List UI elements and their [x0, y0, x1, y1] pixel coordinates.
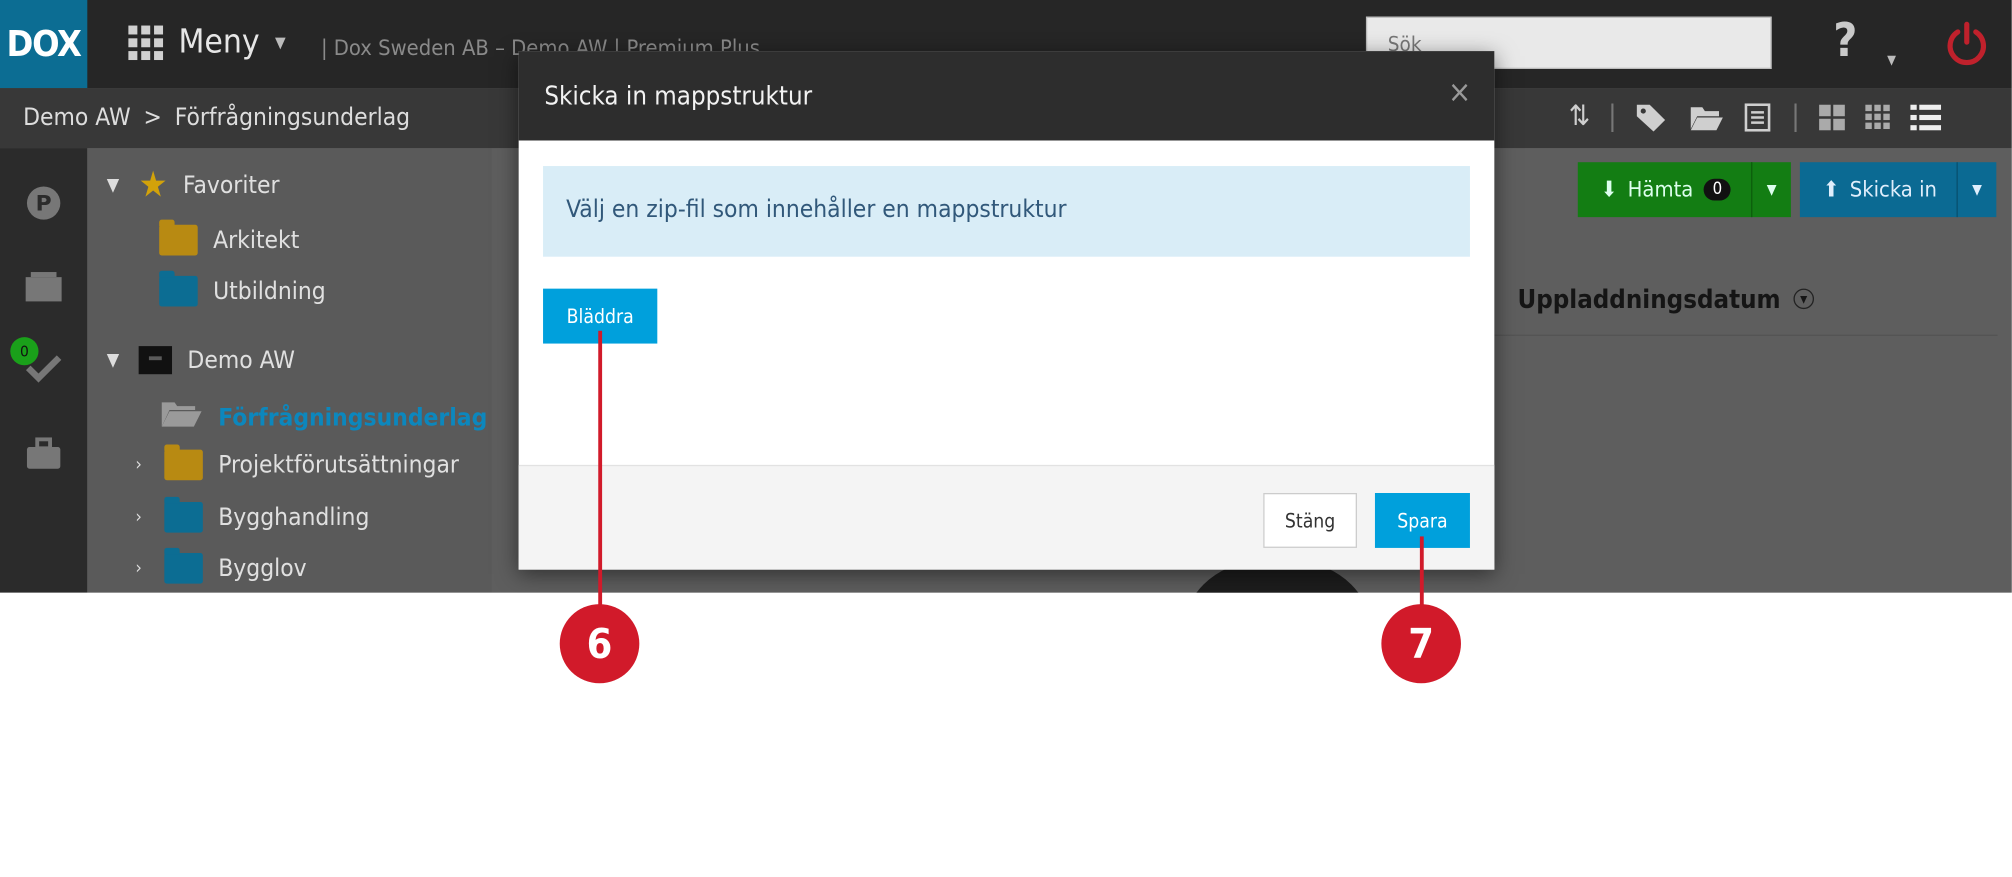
menu-label: Meny — [178, 22, 260, 62]
archive-box-icon — [138, 346, 173, 375]
upload-dropdown-icon[interactable]: ▼ — [1956, 162, 1997, 218]
toolbar-divider: | — [1608, 100, 1617, 133]
tree-label: Arkitekt — [213, 226, 300, 255]
dialog-title: Skicka in mappstruktur — [544, 80, 813, 112]
column-header-upload-date[interactable]: Uppladdningsdatum ▼ — [1517, 283, 1815, 315]
tree-item-bygglov[interactable]: › Bygglov — [128, 547, 307, 584]
open-folder-icon — [159, 398, 203, 435]
tree-label: Bygglov — [218, 554, 307, 583]
upload-button[interactable]: ⬆ Skicka in ▼ — [1799, 162, 1997, 218]
tree-label: Förfrågningsunderlag — [218, 402, 488, 432]
tree-favorites[interactable]: ▼ ★ Favoriter — [103, 163, 280, 206]
tree-label: Projektförutsättningar — [218, 450, 459, 479]
tree-project[interactable]: ▼ Demo AW — [103, 346, 295, 375]
small-grid-icon[interactable] — [1864, 103, 1892, 131]
tree-label: Bygghandling — [218, 503, 370, 532]
app-window: DOX Meny ▼ | Dox Sweden AB – Demo AW | P… — [0, 0, 2012, 593]
help-icon[interactable]: ? — [1833, 15, 1857, 67]
chevron-right-icon: › — [135, 558, 142, 579]
parking-icon[interactable]: P — [23, 183, 64, 224]
breadcrumb: Demo AW > Förfrågningsunderlag — [23, 103, 410, 131]
tree-label: Demo AW — [187, 346, 295, 375]
toolbar-divider: | — [1791, 100, 1800, 133]
list-view-icon[interactable] — [1910, 103, 1942, 131]
briefcase-icon[interactable] — [23, 433, 64, 474]
view-toolbar: ⇅ | | — [1569, 100, 1942, 133]
tree-item-arkitekt[interactable]: Arkitekt — [159, 219, 300, 256]
large-grid-icon[interactable] — [1818, 103, 1846, 131]
folder-icon — [164, 496, 203, 533]
column-header-label: Uppladdningsdatum — [1517, 283, 1781, 315]
briefcase-folder-icon[interactable] — [23, 266, 64, 307]
callout-line-7 — [1419, 536, 1424, 614]
upload-folder-structure-dialog: Skicka in mappstruktur × Välj en zip-fil… — [518, 51, 1495, 570]
download-count-badge: 0 — [1703, 178, 1732, 201]
chevron-down-icon: ▼ — [106, 174, 120, 196]
folder-icon — [159, 270, 198, 307]
help-caret-icon: ▼ — [1887, 53, 1897, 68]
caret-down-icon: ▼ — [275, 33, 286, 52]
tags-icon[interactable] — [1635, 102, 1671, 133]
callout-6: 6 — [559, 604, 640, 684]
tree-item-bygghandling[interactable]: › Bygghandling — [128, 496, 370, 533]
open-folder-icon[interactable] — [1689, 102, 1725, 133]
download-label: Hämta — [1627, 176, 1694, 203]
download-dropdown-icon[interactable]: ▼ — [1751, 162, 1791, 218]
folder-icon — [159, 219, 198, 256]
callout-line-6 — [598, 330, 603, 615]
arrow-up-icon: ⬆ — [1822, 176, 1840, 203]
sort-icon[interactable]: ⇅ — [1569, 101, 1590, 133]
power-icon[interactable] — [1944, 20, 1990, 66]
task-count-badge: 0 — [10, 337, 39, 366]
dialog-footer: Stäng Spara — [518, 464, 1495, 570]
download-button[interactable]: ⬇ Hämta 0 ▼ — [1577, 162, 1791, 218]
folder-icon — [164, 444, 203, 481]
chevron-right-icon: › — [135, 454, 142, 476]
close-icon[interactable]: × — [1448, 74, 1471, 110]
arrow-down-icon: ⬇ — [1600, 176, 1618, 203]
dialog-header: Skicka in mappstruktur × — [518, 51, 1495, 141]
chevron-right-icon: › — [135, 507, 142, 528]
folder-tree: ▼ ★ Favoriter Arkitekt Utbildning ▼ Demo… — [87, 148, 492, 593]
left-sidebar: P 0 — [0, 148, 88, 593]
folder-icon — [164, 547, 203, 584]
breadcrumb-separator-icon: > — [143, 103, 162, 132]
list-document-icon[interactable] — [1742, 102, 1773, 133]
svg-text:P: P — [36, 192, 52, 217]
close-button[interactable]: Stäng — [1263, 492, 1357, 548]
callout-7: 7 — [1381, 604, 1461, 684]
sort-caret-icon[interactable]: ▼ — [1793, 288, 1815, 310]
tree-label: Utbildning — [213, 277, 326, 306]
tree-item-projektforutsattningar[interactable]: › Projektförutsättningar — [128, 444, 459, 481]
info-message: Välj en zip-fil som innehåller en mappst… — [543, 166, 1470, 257]
tree-item-forfragningsunderlag[interactable]: Förfrågningsunderlag — [159, 398, 487, 435]
star-icon: ★ — [138, 163, 168, 206]
breadcrumb-current: Förfrågningsunderlag — [174, 103, 411, 132]
tree-label: Favoriter — [183, 171, 280, 200]
upload-label: Skicka in — [1849, 176, 1937, 203]
breadcrumb-root[interactable]: Demo AW — [23, 103, 131, 131]
main-menu[interactable]: Meny ▼ — [128, 22, 286, 62]
tree-item-utbildning[interactable]: Utbildning — [159, 270, 326, 307]
chevron-down-icon: ▼ — [106, 349, 120, 371]
dox-logo[interactable]: DOX — [0, 0, 88, 89]
table-divider — [1494, 334, 1998, 336]
grid-menu-icon — [128, 24, 164, 60]
